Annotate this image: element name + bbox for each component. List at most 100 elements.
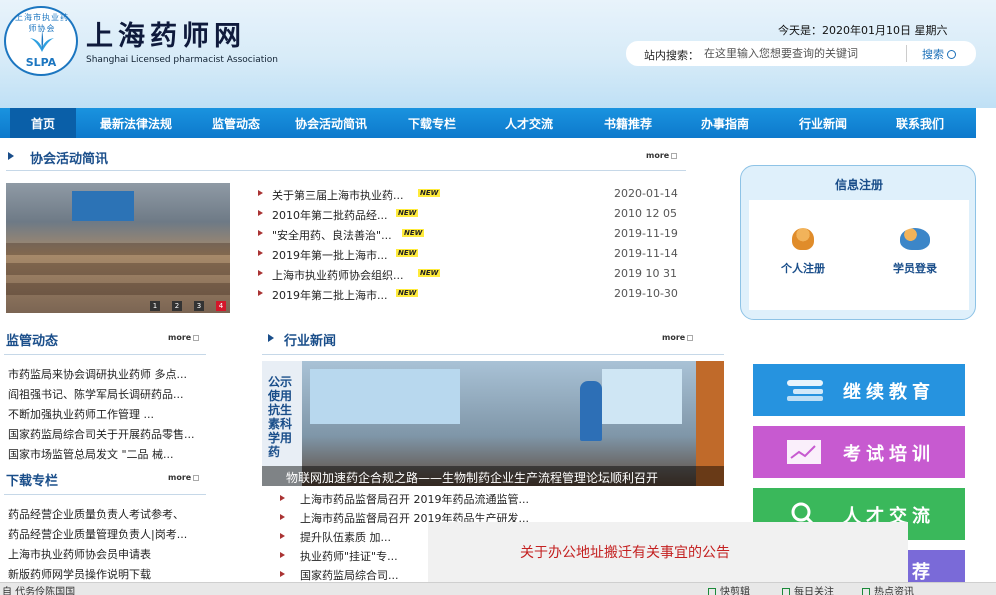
regulation-item[interactable]: 市药监局来协会调研执业药师 多点...: [8, 366, 187, 382]
chevron-down-icon: [687, 334, 694, 341]
industry-news-item-title[interactable]: 执业药师"挂证"专...: [300, 550, 398, 563]
registration-title: 信息注册: [834, 178, 883, 192]
nav-talent[interactable]: 人才交流: [505, 115, 553, 132]
search-input[interactable]: [704, 45, 874, 62]
news-item[interactable]: 上海市执业药师协会组织... NEW 2019 10 31: [258, 266, 678, 282]
bullet-icon: [280, 533, 285, 539]
nav-contact[interactable]: 联系我们: [896, 115, 944, 132]
industry-news-more[interactable]: more: [662, 333, 694, 342]
photo-caption[interactable]: 物联网加速药企合规之路——生物制药企业生产流程管理论坛顺利召开: [286, 469, 658, 486]
photo-audience-row: [6, 283, 230, 295]
news-item-title[interactable]: 2010年第二批药品经...: [272, 207, 387, 223]
continuing-education-tile[interactable]: 继续教育: [753, 364, 965, 416]
slide-dot-active[interactable]: 4: [216, 301, 226, 311]
notice-popup-text[interactable]: 关于办公地址搬迁有关事宜的公告: [520, 542, 730, 562]
bullet-icon: [258, 210, 263, 216]
nav-industry-news[interactable]: 行业新闻: [799, 115, 847, 132]
exam-training-tile[interactable]: 考试培训: [753, 426, 965, 478]
industry-news-item-title[interactable]: 提升队伍素质 加...: [300, 531, 391, 544]
statusbar-item[interactable]: 快剪辑: [708, 583, 750, 595]
news-item[interactable]: 2019年第二批上海市... NEW 2019-10-30: [258, 286, 678, 302]
chevron-down-icon: [671, 152, 678, 159]
site-title: 上海药师网: [86, 21, 246, 52]
section-divider: [4, 354, 206, 355]
slide-dot[interactable]: 2: [172, 301, 182, 311]
tile-label: 考试培训: [843, 444, 935, 465]
more-label: more: [646, 151, 670, 160]
association-news-title: 协会活动简讯: [30, 152, 109, 167]
clip-icon: [708, 588, 716, 595]
statusbar-item-label: 快剪辑: [720, 587, 750, 595]
association-news-more[interactable]: more: [646, 151, 678, 160]
industry-news-item-title[interactable]: 上海市药品监督局召开 2019年药品流通监管...: [300, 493, 529, 506]
downloads-more[interactable]: more: [168, 473, 200, 482]
statusbar-item[interactable]: 每日关注: [782, 583, 834, 595]
bullet-icon: [258, 250, 263, 256]
industry-news-photo[interactable]: 公示使用抗生素科学用药 物联网加速药企合规之路——生物制药企业生产流程管理论坛顺…: [262, 361, 724, 486]
personal-register-button[interactable]: 个人注册: [763, 228, 843, 276]
news-item-date: 2019-11-19: [614, 227, 678, 240]
site-subtitle: Shanghai Licensed pharmacist Association: [86, 55, 278, 65]
bullet-icon: [258, 190, 263, 196]
slide-dot[interactable]: 1: [150, 301, 160, 311]
news-item-date: 2019 10 31: [614, 267, 677, 280]
member-login-button[interactable]: 学员登录: [875, 228, 955, 276]
section-divider: [4, 494, 206, 495]
news-item-date: 2019-11-14: [614, 247, 678, 260]
downloads-title: 下载专栏: [6, 474, 59, 489]
nav-guide[interactable]: 办事指南: [701, 115, 749, 132]
regulation-item[interactable]: 不断加强执业药师工作管理 ...: [8, 406, 154, 422]
news-item-date: 2019-10-30: [614, 287, 678, 300]
search-bar: 站内搜索： 搜索: [626, 41, 976, 66]
news-item-date: 2020-01-14: [614, 187, 678, 200]
more-label: more: [662, 333, 686, 342]
association-news-photo[interactable]: 1 2 3 4: [6, 183, 230, 313]
industry-news-item[interactable]: 上海市药品监督局召开 2019年药品流通监管...: [280, 491, 529, 507]
site-logo[interactable]: 上海市执业药师协会 SLPA: [4, 6, 78, 76]
industry-news-item[interactable]: 执业药师"挂证"专...: [280, 548, 398, 564]
new-badge: NEW: [396, 249, 419, 257]
download-item[interactable]: 药品经营企业质量负责人考试参考、: [8, 506, 184, 522]
nav-latest-laws[interactable]: 最新法律法规: [100, 115, 172, 132]
nav-downloads[interactable]: 下载专栏: [408, 115, 456, 132]
regulation-more[interactable]: more: [168, 333, 200, 342]
nav-home[interactable]: 首页: [31, 115, 55, 132]
download-item[interactable]: 药品经营企业质量管理负责人|岗考...: [8, 526, 187, 542]
download-item[interactable]: 上海市执业药师协会员申请表: [8, 546, 151, 562]
notice-popup[interactable]: 关于办公地址搬迁有关事宜的公告: [428, 522, 908, 582]
main-nav: 首页 最新法律法规 监管动态 协会活动简讯 下载专栏 人才交流 书籍推荐 办事指…: [0, 108, 976, 138]
news-item-title[interactable]: 2019年第一批上海市...: [272, 247, 387, 263]
nav-association-news[interactable]: 协会活动简讯: [295, 115, 367, 132]
search-icon: [947, 50, 956, 59]
industry-news-item[interactable]: 国家药监局综合司...: [280, 567, 399, 583]
member-login-label: 学员登录: [893, 262, 937, 275]
news-item[interactable]: 2010年第二批药品经... NEW 2010 12 05: [258, 206, 678, 222]
more-label: more: [168, 473, 192, 482]
news-item[interactable]: 2019年第一批上海市... NEW 2019-11-14: [258, 246, 678, 262]
bullet-icon: [258, 290, 263, 296]
section-arrow-icon: [8, 152, 14, 160]
logo-arc-text: 上海市执业药师协会: [15, 13, 69, 33]
news-item-title[interactable]: 2019年第二批上海市...: [272, 287, 387, 303]
regulation-item[interactable]: 阎祖强书记、陈学军局长调研药品...: [8, 386, 184, 402]
photo-projection-screen: [72, 191, 134, 221]
news-item-title[interactable]: 关于第三届上海市执业药...: [272, 187, 404, 203]
chart-icon: [787, 440, 821, 464]
news-item-title[interactable]: 上海市执业药师协会组织...: [272, 267, 404, 283]
slide-dot[interactable]: 3: [194, 301, 204, 311]
news-item[interactable]: 关于第三届上海市执业药... NEW 2020-01-14: [258, 186, 678, 202]
statusbar-item[interactable]: 热点资讯: [862, 583, 914, 595]
industry-news-item[interactable]: 提升队伍素质 加...: [280, 529, 391, 545]
nav-books[interactable]: 书籍推荐: [604, 115, 652, 132]
regulation-item[interactable]: 国家药监局综合司关于开展药品零售...: [8, 426, 195, 442]
news-item[interactable]: "安全用药、良法善治"... NEW 2019-11-19: [258, 226, 678, 242]
registration-body: 个人注册 学员登录: [749, 200, 969, 310]
nav-regulation[interactable]: 监管动态: [212, 115, 260, 132]
search-button[interactable]: 搜索: [922, 46, 956, 62]
news-item-title[interactable]: "安全用药、良法善治"...: [272, 227, 392, 243]
regulation-item[interactable]: 国家市场监管总局发文 "二品 械...: [8, 446, 174, 462]
new-badge: NEW: [402, 229, 425, 237]
photo-projection-screen: [602, 369, 682, 424]
industry-news-item-title[interactable]: 国家药监局综合司...: [300, 569, 399, 582]
download-item[interactable]: 新版药师网学员操作说明下载: [8, 566, 151, 582]
